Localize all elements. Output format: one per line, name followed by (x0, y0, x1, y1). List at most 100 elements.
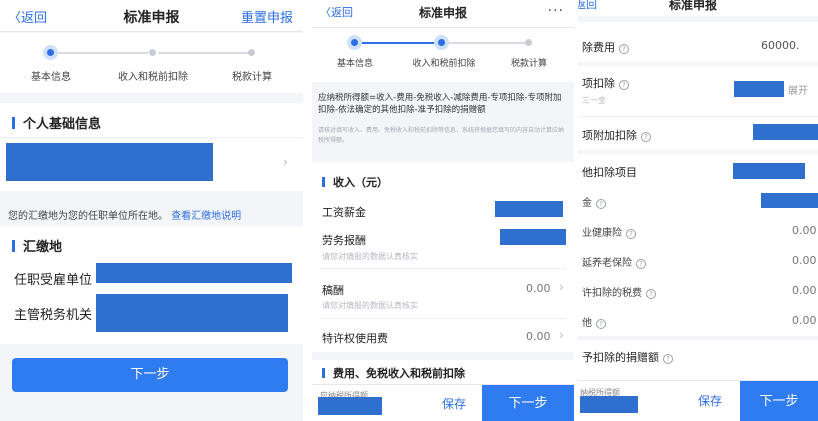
nav-bar: 〈返回 标准申报 ··· (312, 0, 574, 28)
step-line (56, 52, 148, 54)
screen-basic-info: 〈返回 标准申报 重置申报 基本信息 收入和税前扣除 税款计算 个人基础信息 ›… (0, 0, 303, 421)
region-hint: 您的汇缴地为您的任职单位所在地。 查看汇缴地说明 (8, 207, 241, 222)
redacted-special-deduction (734, 81, 784, 97)
next-step-button[interactable]: 下一步 (740, 381, 818, 421)
bottom-bar: 应纳税所得额 保存 下一步 (312, 384, 574, 421)
help-icon[interactable]: ? (619, 80, 629, 90)
step-dot-active (438, 39, 445, 46)
spacer (312, 352, 574, 360)
special-additional-label: 项附加扣除 (582, 129, 637, 142)
formula-note: 请核对填写收入、费用、免税收入和税前扣除等信息，系统将根据您填写的内容自动计算应… (318, 127, 565, 144)
labor-note: 请您对填报的数据认真核实 (322, 252, 418, 261)
step-indicator: 基本信息 收入和税前扣除 税款计算 (0, 33, 303, 93)
expand-toggle[interactable]: 展开 (788, 82, 808, 97)
step-line (158, 52, 250, 54)
help-icon[interactable]: ? (626, 229, 636, 239)
allowed-tax-label: 许扣除的税费 (582, 288, 642, 299)
health-insurance-value[interactable]: 0.00 (792, 224, 817, 237)
more-icon[interactable]: ··· (548, 3, 564, 19)
redacted-special-additional (753, 124, 818, 140)
franchise-value[interactable]: 0.00 (526, 330, 551, 343)
section-title-deduction: 费用、免税收入和税前扣除 (333, 367, 465, 380)
next-step-button[interactable]: 下一步 (482, 385, 574, 421)
step-label-income[interactable]: 收入和税前扣除 (110, 68, 196, 83)
step-label-basic[interactable]: 基本信息 (326, 56, 384, 69)
help-icon[interactable]: ? (636, 259, 646, 269)
page-title: 标准申报 (418, 6, 467, 20)
screen-deduction-detail: 〈返回 标准申报 除费用? 60000. 项扣除? 三一金 展开 项附加扣除? … (578, 0, 818, 421)
divider (320, 318, 566, 319)
step-line-active (360, 42, 438, 44)
help-icon[interactable]: ? (596, 319, 606, 329)
allowed-tax-value[interactable]: 0.00 (792, 284, 817, 297)
step-dot-done (351, 39, 358, 46)
redacted-personal-info[interactable] (6, 143, 213, 181)
divider (320, 268, 566, 269)
step-dot-active (47, 49, 54, 56)
wages-label: 工资薪金 (322, 206, 366, 219)
redacted-wages[interactable] (495, 201, 563, 217)
redacted-tax-office[interactable] (96, 294, 288, 332)
spacer (578, 336, 818, 340)
step-dot (149, 49, 156, 56)
special-deduction-sub: 三一金 (582, 96, 606, 105)
next-step-button[interactable]: 下一步 (12, 358, 288, 392)
royalty-value[interactable]: 0.00 (526, 282, 551, 295)
step-label-tax[interactable]: 税款计算 (502, 56, 556, 69)
deduction-fee-value: 60000. (761, 39, 800, 52)
step-dot (525, 39, 532, 46)
step-dot (248, 49, 255, 56)
deduction-fee-label: 除费用 (582, 41, 615, 54)
donation-label: 予扣除的捐赠额 (582, 351, 659, 364)
region-explanation-link[interactable]: 查看汇缴地说明 (171, 211, 241, 222)
step-indicator: 基本信息 收入和税前扣除 税款计算 (312, 29, 574, 81)
spacer (578, 16, 818, 22)
redacted-taxable-income (318, 397, 382, 415)
section-marker (12, 240, 15, 252)
hint-text: 您的汇缴地为您的任职单位所在地。 (8, 211, 168, 222)
redacted-annuity[interactable] (761, 193, 818, 208)
step-label-income[interactable]: 收入和税前扣除 (406, 56, 482, 69)
pension-label: 延养老保险 (582, 258, 632, 269)
franchise-label: 特许权使用费 (322, 332, 388, 345)
step-label-tax[interactable]: 税款计算 (222, 68, 282, 83)
other-value[interactable]: 0.00 (792, 314, 817, 327)
divider (578, 116, 818, 117)
page-title: 标准申报 (668, 0, 717, 12)
labor-label: 劳务报酬 (322, 234, 366, 247)
spacer (578, 150, 818, 154)
tax-office-label: 主管税务机关 (14, 308, 93, 323)
royalty-note: 请您对填报的数据认真核实 (322, 301, 418, 310)
help-icon[interactable]: ? (646, 289, 656, 299)
redacted-employer[interactable] (96, 263, 292, 283)
step-label-basic[interactable]: 基本信息 (20, 68, 82, 83)
save-button[interactable]: 保存 (424, 395, 484, 412)
save-button[interactable]: 保存 (682, 392, 738, 409)
bottom-bar: 纳税所得额 保存 下一步 (578, 380, 818, 421)
redacted-taxable-income (580, 396, 638, 413)
redacted-labor[interactable] (500, 229, 566, 245)
reset-button[interactable]: 重置申报 (241, 7, 293, 26)
panel-gap (574, 0, 578, 421)
formula-box: 应纳税所得额=收入-费用-免税收入-减除费用-专项扣除-专项附加扣除-依法确定的… (312, 82, 574, 162)
chevron-right-icon: › (559, 328, 564, 342)
section-title-income: 收入（元） (333, 176, 388, 189)
section-marker (322, 177, 325, 187)
special-deduction-label: 项扣除 (582, 77, 615, 90)
help-icon[interactable]: ? (619, 44, 629, 54)
chevron-right-icon: › (283, 155, 288, 169)
nav-bar: 〈返回 标准申报 重置申报 (0, 0, 303, 32)
section-marker (12, 117, 15, 129)
other-items-label: 他扣除项目 (582, 166, 637, 179)
help-icon[interactable]: ? (663, 354, 673, 364)
nav-bar: 〈返回 标准申报 (578, 0, 818, 16)
divider (0, 137, 303, 138)
step-line (446, 42, 526, 44)
pension-value[interactable]: 0.00 (792, 254, 817, 267)
help-icon[interactable]: ? (641, 132, 651, 142)
help-icon[interactable]: ? (596, 199, 606, 209)
employer-label: 任职受雇单位 (14, 273, 93, 288)
section-title-personal: 个人基础信息 (23, 117, 102, 132)
screen-income-deduction: 〈返回 标准申报 ··· 基本信息 收入和税前扣除 税款计算 应纳税所得额=收入… (312, 0, 574, 421)
other-label: 他 (582, 318, 592, 329)
